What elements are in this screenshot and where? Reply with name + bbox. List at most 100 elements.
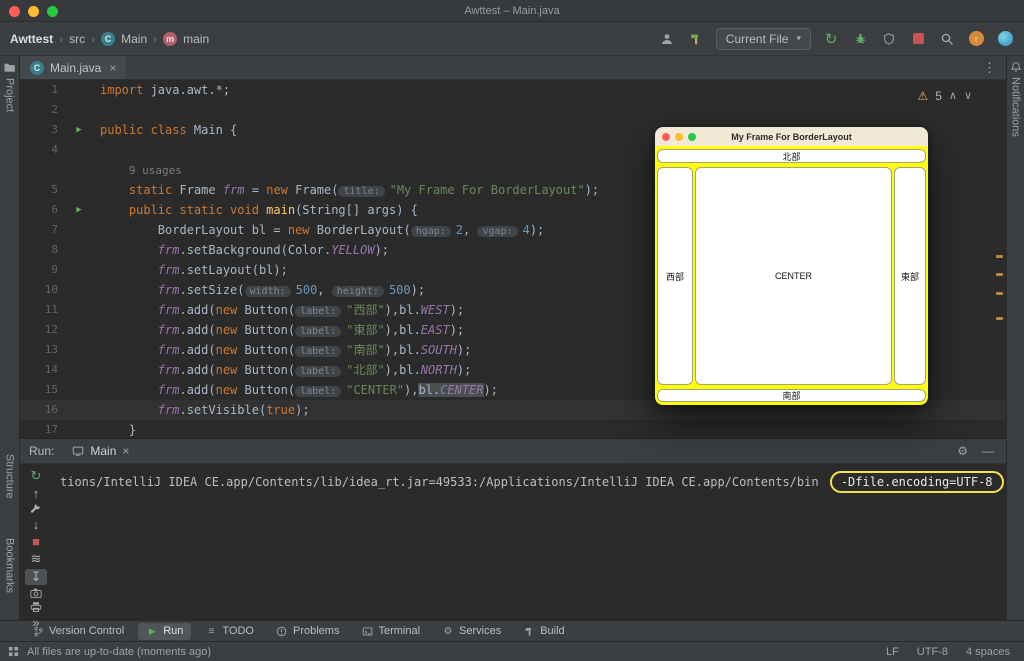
awt-north-button[interactable]: 北部 (657, 149, 926, 163)
class-icon: C (30, 60, 44, 75)
stop-button[interactable]: ■ (25, 534, 47, 549)
coverage-icon[interactable] (880, 30, 898, 48)
breadcrumb-separator-icon: › (59, 31, 64, 46)
code-line[interactable]: 1 import java.awt.*; (20, 80, 1006, 100)
right-tool-stripe: Notifications (1006, 56, 1024, 620)
hide-panel-icon[interactable]: — (982, 444, 994, 458)
breadcrumb-class[interactable]: Main (121, 32, 147, 46)
rerun-button[interactable]: ↻ (25, 468, 47, 484)
code-text: frm.setBackground(Color.YELLOW); (157, 243, 390, 257)
gutter-slot (66, 280, 92, 300)
warning-stripe-mark[interactable] (996, 292, 1003, 295)
up-button[interactable]: ↑ (25, 486, 47, 501)
prev-problem-icon[interactable]: ∧ (949, 86, 957, 106)
breadcrumb-method[interactable]: main (183, 32, 209, 46)
down-button[interactable]: ↓ (25, 517, 47, 532)
tool-window-tab-version-control[interactable]: Version Control (24, 623, 132, 640)
tool-button-notifications[interactable]: Notifications (1007, 56, 1024, 137)
titlebar: Awttest – Main.java (0, 0, 1024, 22)
code-line[interactable]: 2 (20, 100, 1006, 120)
tool-window-tab-label: Run (163, 625, 184, 637)
debug-icon[interactable] (851, 30, 869, 48)
tool-button-project-label: Project (3, 78, 16, 113)
awt-center-button[interactable]: CENTER (695, 167, 892, 385)
stop-icon: ■ (32, 534, 40, 549)
todo-icon: ≡ (205, 625, 217, 637)
awt-west-button[interactable]: 西部 (657, 167, 693, 385)
line-number: 10 (44, 283, 58, 296)
line-separator-indicator[interactable]: LF (886, 646, 899, 658)
gutter-slot (66, 300, 92, 320)
awt-frame-window[interactable]: My Frame For BorderLayout 北部 西部 CENTER 東… (655, 127, 928, 405)
tool-window-switcher-icon[interactable] (8, 646, 19, 657)
run-button[interactable]: ↻ (822, 30, 840, 48)
run-gutter-icon[interactable]: ▶ (66, 200, 92, 220)
minimize-window-button[interactable] (28, 6, 39, 17)
class-icon: C (101, 31, 116, 46)
close-tab-icon[interactable]: × (109, 61, 116, 75)
tool-button-structure[interactable]: Structure (0, 454, 19, 499)
gutter-slot (66, 400, 92, 420)
bottom-tool-window-bar: Version Control ▶ Run ≡ TODO Problems Terminal… (0, 620, 1024, 641)
tool-button-project[interactable]: Project (0, 56, 19, 112)
breadcrumb-separator-icon: › (91, 31, 96, 46)
tool-window-tab-problems[interactable]: Problems (268, 623, 347, 640)
run-gutter-icon[interactable]: ▶ (66, 120, 92, 140)
run-tab-main[interactable]: Main × (63, 439, 138, 463)
breadcrumb-src[interactable]: src (69, 32, 85, 46)
user-icon[interactable] (658, 30, 676, 48)
run-panel-body: ↻ ↑ ↓ ■ ≋ ↧» tions/IntelliJ IDEA CE.app/Conte… (20, 464, 1006, 630)
line-number: 1 (51, 83, 58, 96)
awt-east-button[interactable]: 東部 (894, 167, 926, 385)
bell-icon (1009, 61, 1022, 73)
scroll-end-button[interactable]: ↧ (25, 569, 47, 585)
gear-icon[interactable]: ⚙ (957, 444, 968, 458)
zoom-window-button[interactable] (47, 6, 58, 17)
code-text: import java.awt.*; (100, 83, 231, 97)
update-icon[interactable]: ↑ (967, 30, 985, 48)
run-console[interactable]: tions/IntelliJ IDEA CE.app/Contents/lib/… (52, 464, 1006, 620)
breadcrumb-project[interactable]: Awttest (10, 32, 53, 46)
inspections-widget[interactable]: ⚠ 5 ∧ ∨ (917, 86, 972, 106)
tool-window-tab-build[interactable]: Build (515, 623, 572, 640)
wrench-button[interactable] (25, 503, 47, 515)
close-tab-icon[interactable]: × (122, 444, 129, 458)
tool-window-tab-terminal[interactable]: Terminal (353, 623, 428, 640)
tool-window-tab-label: TODO (222, 625, 254, 637)
indent-indicator[interactable]: 4 spaces (966, 646, 1010, 658)
chevron-down-icon: ▾ (796, 33, 801, 43)
tool-window-tab-services[interactable]: ⚙ Services (434, 623, 509, 640)
collab-icon[interactable] (996, 30, 1014, 48)
run-panel-header: Run: Main × ⚙ — (20, 439, 1006, 464)
tool-button-bookmarks[interactable]: Bookmarks (0, 538, 19, 593)
search-icon[interactable] (938, 30, 956, 48)
awt-south-button[interactable]: 南部 (657, 389, 926, 402)
line-number: 17 (44, 423, 58, 436)
tab-options-icon[interactable]: ⋮ (973, 56, 1006, 79)
down-icon: ↓ (32, 517, 40, 532)
camera-button[interactable] (25, 587, 47, 599)
run-configuration-select[interactable]: Current File ▾ (715, 27, 811, 50)
stop-icon[interactable] (909, 30, 927, 48)
code-text: frm.add(new Button(label: "北部"),bl.NORTH)… (157, 363, 472, 377)
tool-window-tab-todo[interactable]: ≡ TODO (197, 623, 262, 640)
next-problem-icon[interactable]: ∨ (964, 86, 972, 106)
warning-stripe-mark[interactable] (996, 317, 1003, 320)
soft-wrap-button[interactable]: ≋ (25, 551, 47, 567)
tool-window-tab-run[interactable]: ▶ Run (138, 622, 192, 640)
wrench-icon (30, 503, 42, 515)
code-text: frm.setVisible(true); (157, 403, 310, 417)
gutter-slot (66, 160, 92, 180)
print-button[interactable] (25, 601, 47, 613)
toolbar-actions: Current File ▾ ↻ ↑ (658, 27, 1014, 50)
encoding-indicator[interactable]: UTF-8 (917, 646, 948, 658)
run-panel-title: Run: (29, 444, 55, 458)
code-line[interactable]: 17 } (20, 420, 1006, 438)
build-hammer-icon[interactable] (687, 30, 705, 48)
warning-stripe-mark[interactable] (996, 255, 1003, 258)
warning-stripe-mark[interactable] (996, 273, 1003, 276)
code-text: } (100, 423, 137, 437)
editor-tab-main-java[interactable]: C Main.java × (20, 56, 127, 79)
rerun-icon: ↻ (30, 468, 42, 483)
close-window-button[interactable] (9, 6, 20, 17)
